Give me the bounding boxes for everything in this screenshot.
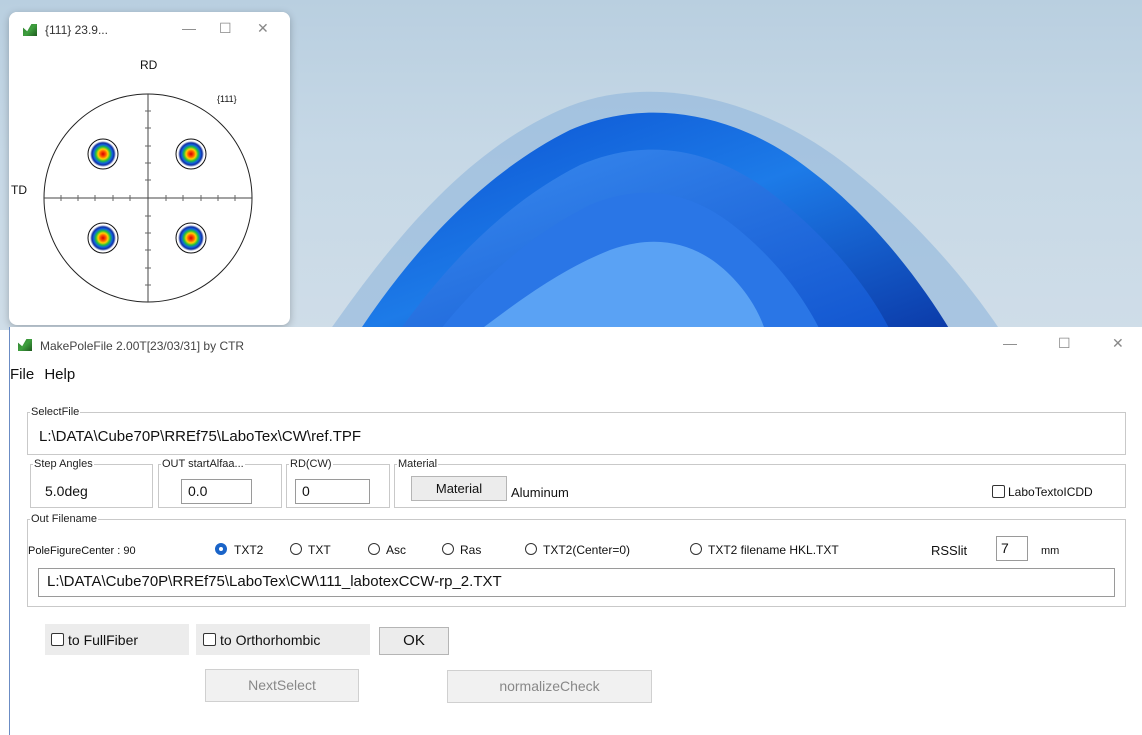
pole-spot-bottom-right xyxy=(175,222,207,254)
out-filename-legend: Out Filename xyxy=(31,513,98,525)
rsslit-label: RSSlit xyxy=(931,543,968,558)
radio-asc-label: Asc xyxy=(386,543,407,557)
ok-button[interactable]: OK xyxy=(379,627,449,655)
to-fullfiber-label: to FullFiber xyxy=(68,632,139,648)
radio-txt2-center0[interactable] xyxy=(525,543,537,555)
out-filename-input[interactable]: L:\DATA\Cube70P\RREf75\LaboTex\CW\111_la… xyxy=(38,568,1115,597)
to-fullfiber-checkbox[interactable] xyxy=(51,633,64,646)
plane-label: {111} xyxy=(217,94,237,104)
pole-spot-top-right xyxy=(175,138,207,170)
radio-txt2-center0-label: TXT2(Center=0) xyxy=(543,543,631,557)
close-button[interactable]: ✕ xyxy=(1112,335,1124,352)
to-orthorhombic-label: to Orthorhombic xyxy=(220,632,321,648)
maximize-button[interactable]: ☐ xyxy=(219,20,232,37)
radio-ras-label: Ras xyxy=(460,543,482,557)
pole-figure-center-label: PoleFigureCenter : 90 xyxy=(28,545,136,557)
select-file-path[interactable]: L:\DATA\Cube70P\RREf75\LaboTex\CW\ref.TP… xyxy=(39,428,361,445)
app-logo-icon xyxy=(23,24,37,36)
app-logo-icon xyxy=(18,339,32,351)
pole-figure-title: {111} 23.9... xyxy=(45,23,108,37)
radio-asc[interactable] xyxy=(368,543,380,555)
material-value: Aluminum xyxy=(511,485,569,500)
radio-txt[interactable] xyxy=(290,543,302,555)
main-titlebar: MakePoleFile 2.00T[23/03/31] by CTR — ☐ … xyxy=(10,327,1142,363)
rd-cw-input[interactable]: 0 xyxy=(295,479,370,504)
out-start-input[interactable]: 0.0 xyxy=(181,479,252,504)
menu-file[interactable]: File xyxy=(10,366,34,383)
main-window: MakePoleFile 2.00T[23/03/31] by CTR — ☐ … xyxy=(9,327,1142,735)
out-start-legend: OUT startAlfaa... xyxy=(162,458,244,470)
labo-textoicdd-label: LaboTextoICDD xyxy=(1008,485,1093,499)
pole-figure-plot: RD {111} TD xyxy=(11,58,253,303)
radio-ras[interactable] xyxy=(442,543,454,555)
rsslit-input[interactable]: 7 xyxy=(996,536,1028,561)
to-orthorhombic-checkbox[interactable] xyxy=(203,633,216,646)
step-angles-legend: Step Angles xyxy=(34,458,93,470)
labo-textoicdd-checkbox[interactable] xyxy=(992,485,1005,498)
select-file-legend: SelectFile xyxy=(31,406,80,418)
radio-txt2-filename[interactable] xyxy=(690,543,702,555)
radio-txt2[interactable] xyxy=(215,543,227,555)
next-select-button[interactable]: NextSelect xyxy=(205,669,359,702)
pole-figure-window: {111} 23.9... — ☐ ✕ RD {111} TD xyxy=(9,12,290,325)
normalize-check-button[interactable]: normalizeCheck xyxy=(447,670,652,703)
material-button[interactable]: Material xyxy=(411,476,507,501)
step-angles-value: 5.0deg xyxy=(45,483,88,499)
radio-txt2-filename-label: TXT2 filename HKL.TXT xyxy=(708,543,839,557)
menu-bar: File Help xyxy=(10,366,81,383)
radio-txt2-label: TXT2 xyxy=(234,543,264,557)
pole-spot-bottom-left xyxy=(87,222,119,254)
radio-txt-label: TXT xyxy=(308,543,331,557)
main-window-title: MakePoleFile 2.00T[23/03/31] by CTR xyxy=(40,339,245,353)
minimize-button[interactable]: — xyxy=(1003,335,1017,351)
maximize-button[interactable]: ☐ xyxy=(1058,335,1071,352)
rsslit-unit: mm xyxy=(1041,545,1060,557)
close-button[interactable]: ✕ xyxy=(257,20,269,37)
minimize-button[interactable]: — xyxy=(182,20,196,36)
material-legend: Material xyxy=(398,458,438,470)
menu-help[interactable]: Help xyxy=(44,366,75,383)
rd-cw-legend: RD(CW) xyxy=(290,458,332,470)
pole-figure-titlebar: {111} 23.9... — ☐ ✕ xyxy=(9,12,290,48)
td-label: TD xyxy=(11,183,27,197)
pole-spot-top-left xyxy=(87,138,119,170)
rd-label: RD xyxy=(140,58,158,72)
